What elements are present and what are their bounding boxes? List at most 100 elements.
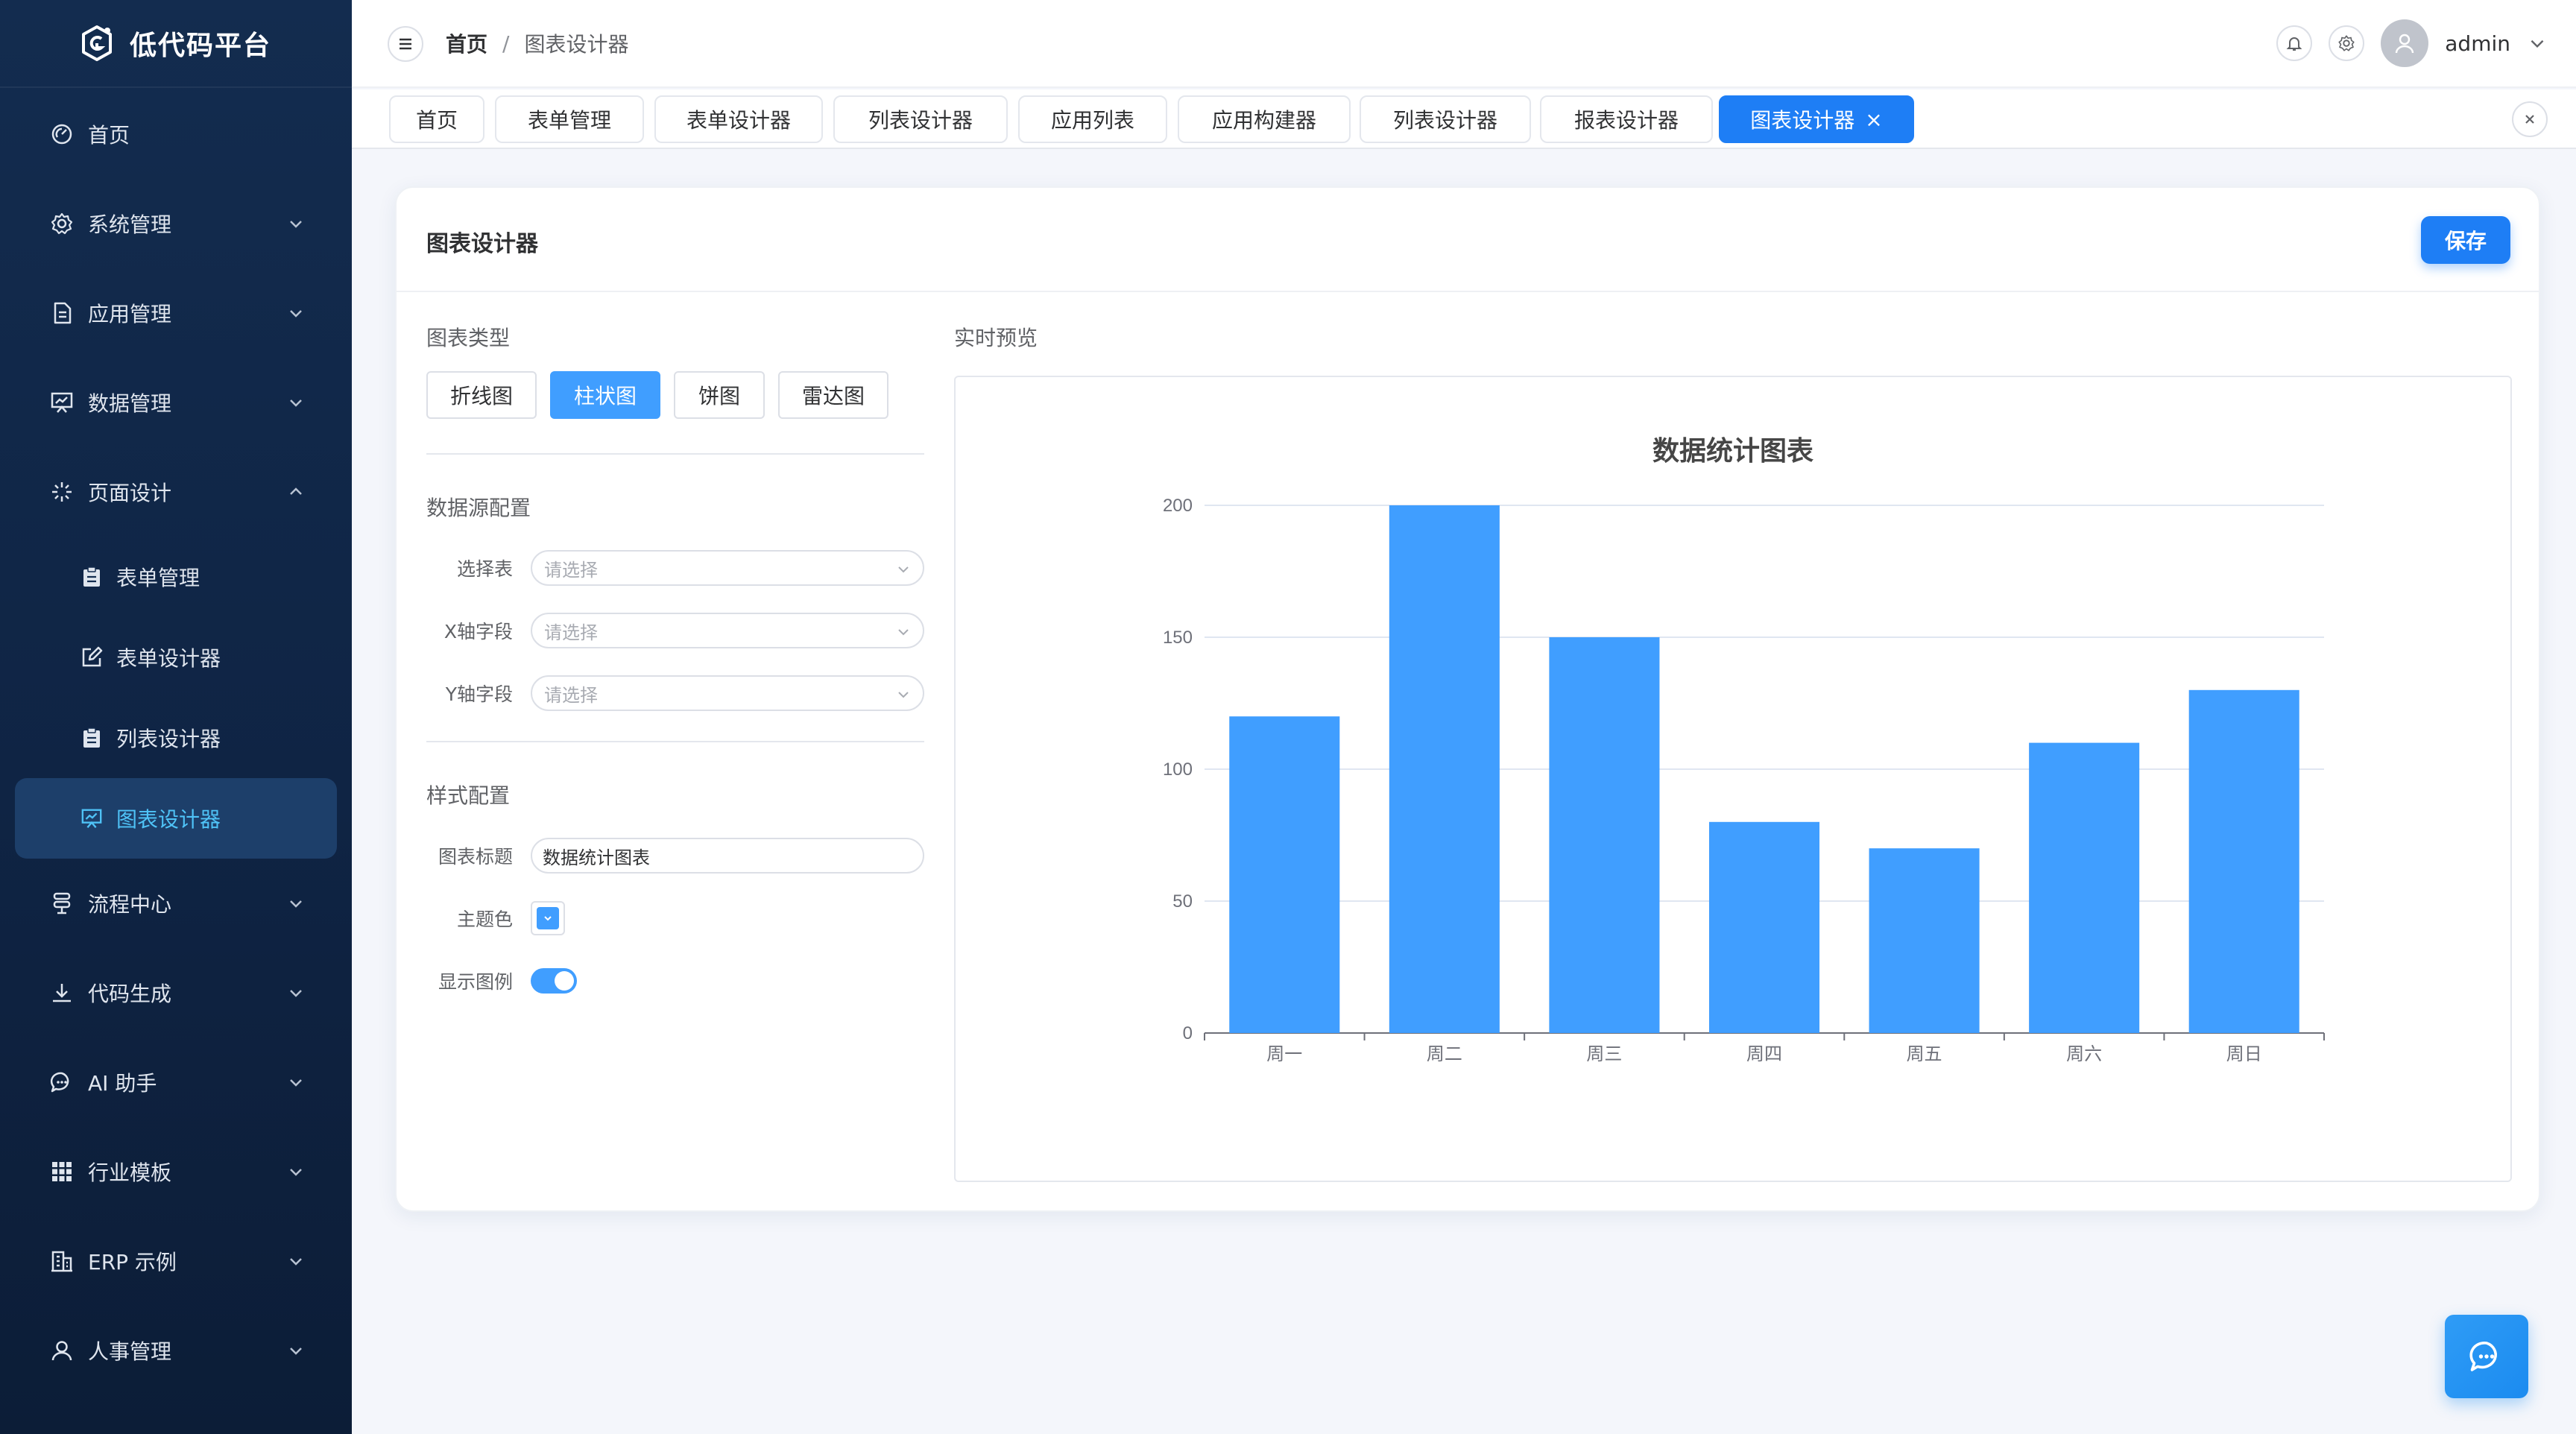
sidebar-item-label: 列表设计器 xyxy=(116,727,221,751)
dashboard-icon xyxy=(49,121,75,147)
tab-home[interactable]: 首页 xyxy=(389,95,484,143)
style-title: 样式配置 xyxy=(426,783,511,808)
breadcrumb: 首页 / 图表设计器 xyxy=(446,28,628,58)
select-placeholder: 请选择 xyxy=(544,622,598,643)
form-row-x-field: X轴字段 请选择 xyxy=(426,599,924,662)
chevron-down-icon xyxy=(290,310,302,318)
sidebar-item-workflow[interactable]: 流程中心 xyxy=(0,859,352,948)
username[interactable]: admin xyxy=(2445,31,2510,56)
tab-list-designer-2[interactable]: 列表设计器 xyxy=(1360,95,1531,143)
close-icon[interactable]: × xyxy=(1865,107,1882,132)
chart-type-group: 折线图 柱状图 饼图 雷达图 xyxy=(426,371,924,419)
sidebar-item-label: 表单管理 xyxy=(116,566,201,590)
tab-list-designer[interactable]: 列表设计器 xyxy=(833,95,1008,143)
bar xyxy=(1229,716,1340,1033)
preview-panel: 实时预览 数据统计图表 0 50 100 150 200 周一 周二 周三 周四 周五 周六 周日 xyxy=(954,292,2512,1182)
y-tick-label: 100 xyxy=(1163,759,1193,780)
breadcrumb-home[interactable]: 首页 xyxy=(446,28,487,58)
tab-report-designer[interactable]: 报表设计器 xyxy=(1540,95,1713,143)
hamburger-icon xyxy=(400,38,411,50)
tab-bar: 首页 表单管理 表单设计器 列表设计器 应用列表 应用构建器 列表设计器 报表设… xyxy=(352,89,2576,149)
close-icon xyxy=(2525,115,2534,124)
y-tick-label: 0 xyxy=(1183,1023,1193,1043)
field-label: 选择表 xyxy=(456,558,513,580)
chart-type-bar-button[interactable]: 柱状图 xyxy=(550,371,660,419)
preview-title: 实时预览 xyxy=(954,326,1038,350)
chevron-down-icon xyxy=(898,692,909,698)
sidebar-item-codegen[interactable]: 代码生成 xyxy=(0,948,352,1037)
table-select[interactable]: 请选择 xyxy=(531,550,924,586)
sidebar-item-label: 行业模板 xyxy=(88,1160,172,1185)
sidebar-item-industry-templates[interactable]: 行业模板 xyxy=(0,1127,352,1216)
document-icon xyxy=(49,300,75,326)
sidebar-item-label: 表单设计器 xyxy=(116,646,221,671)
sidebar-subitem-form-mgmt[interactable]: 表单管理 xyxy=(0,537,352,617)
bar-chart: 0 50 100 150 200 周一 周二 周三 周四 周五 周六 周日 xyxy=(1163,496,2325,1064)
clipboard-icon xyxy=(80,727,103,749)
chart-type-line-button[interactable]: 折线图 xyxy=(426,371,537,419)
breadcrumb-current: 图表设计器 xyxy=(524,32,629,57)
bell-icon xyxy=(2286,37,2302,51)
tab-form-designer[interactable]: 表单设计器 xyxy=(654,95,823,143)
tab-label: 列表设计器 xyxy=(868,108,973,133)
card-title: 图表设计器 xyxy=(426,231,538,257)
sidebar-item-label: 流程中心 xyxy=(88,892,172,917)
avatar[interactable] xyxy=(2381,19,2429,67)
x-tick-label: 周日 xyxy=(2226,1044,2262,1064)
chevron-down-icon xyxy=(544,916,552,921)
sidebar-item-label: ERP 示例 xyxy=(88,1250,177,1275)
chevron-down-icon xyxy=(290,399,302,407)
bar xyxy=(1708,821,1820,1033)
tab-label: 报表设计器 xyxy=(1573,108,1679,133)
tab-label: 图表设计器 xyxy=(1750,108,1855,133)
sidebar-menu: 首页 系统管理 应用管理 数据管理 页面设计 表单管理 表单设计器 列表设计器 … xyxy=(0,88,352,1395)
notification-button[interactable] xyxy=(2276,25,2313,61)
tab-app-builder[interactable]: 应用构建器 xyxy=(1178,95,1351,143)
sidebar-item-home[interactable]: 首页 xyxy=(0,89,352,179)
tab-app-list[interactable]: 应用列表 xyxy=(1018,95,1167,143)
chart-preview: 数据统计图表 0 50 100 150 200 周一 周二 周三 周四 周五 周六 周日 xyxy=(954,376,2512,1182)
tab-chart-designer[interactable]: 图表设计器 × xyxy=(1719,95,1914,143)
tab-form-mgmt[interactable]: 表单管理 xyxy=(495,95,644,143)
sidebar-item-label: 图表设计器 xyxy=(116,807,221,832)
sidebar: 低代码平台 首页 系统管理 应用管理 数据管理 页面设计 表单管理 表单设计器 … xyxy=(0,0,352,1434)
chevron-down-icon xyxy=(290,1348,302,1355)
menu-toggle-button[interactable] xyxy=(388,26,423,62)
grid-icon xyxy=(49,1159,75,1184)
logo[interactable]: 低代码平台 xyxy=(0,0,352,88)
sidebar-item-erp-example[interactable]: ERP 示例 xyxy=(0,1216,352,1306)
chart-type-radar-button[interactable]: 雷达图 xyxy=(778,371,888,419)
chevron-down-icon[interactable] xyxy=(2527,33,2548,54)
user-icon xyxy=(49,1338,75,1363)
sidebar-item-app-mgmt[interactable]: 应用管理 xyxy=(0,268,352,358)
chat-assistant-button[interactable] xyxy=(2445,1315,2528,1398)
sidebar-subitem-chart-designer[interactable]: 图表设计器 xyxy=(15,778,337,859)
form-row-show-legend: 显示图例 xyxy=(426,950,924,1012)
chart-type-pie-button[interactable]: 饼图 xyxy=(674,371,765,419)
x-field-select[interactable]: 请选择 xyxy=(531,613,924,648)
sidebar-subitem-list-designer[interactable]: 列表设计器 xyxy=(0,698,352,778)
flow-icon xyxy=(49,891,75,916)
chart-title-input[interactable]: 数据统计图表 xyxy=(531,838,924,874)
sidebar-item-system[interactable]: 系统管理 xyxy=(0,179,352,268)
config-panel: 图表类型 折线图 柱状图 饼图 雷达图 数据源配置 选择表 请选择 X轴字段 请… xyxy=(426,292,924,1012)
chevron-up-icon xyxy=(290,487,302,495)
x-tick-label: 周六 xyxy=(2066,1044,2102,1064)
bar xyxy=(2188,689,2299,1033)
color-swatch xyxy=(537,907,559,929)
sidebar-item-label: AI 助手 xyxy=(88,1071,157,1096)
sidebar-item-ai-assistant[interactable]: AI 助手 xyxy=(0,1037,352,1127)
form-row-y-field: Y轴字段 请选择 xyxy=(426,662,924,724)
theme-color-picker[interactable] xyxy=(531,901,565,935)
sidebar-item-page-design[interactable]: 页面设计 xyxy=(0,447,352,537)
sidebar-item-hr-mgmt[interactable]: 人事管理 xyxy=(0,1306,352,1395)
sidebar-item-data-mgmt[interactable]: 数据管理 xyxy=(0,358,352,447)
sidebar-subitem-form-designer[interactable]: 表单设计器 xyxy=(0,617,352,698)
close-all-tabs-button[interactable] xyxy=(2512,101,2548,137)
y-field-select[interactable]: 请选择 xyxy=(531,675,924,711)
bar xyxy=(1869,848,1980,1033)
settings-button[interactable] xyxy=(2329,25,2365,61)
edit-icon xyxy=(80,646,103,669)
show-legend-switch[interactable] xyxy=(531,968,577,994)
save-button[interactable]: 保存 xyxy=(2421,216,2510,264)
